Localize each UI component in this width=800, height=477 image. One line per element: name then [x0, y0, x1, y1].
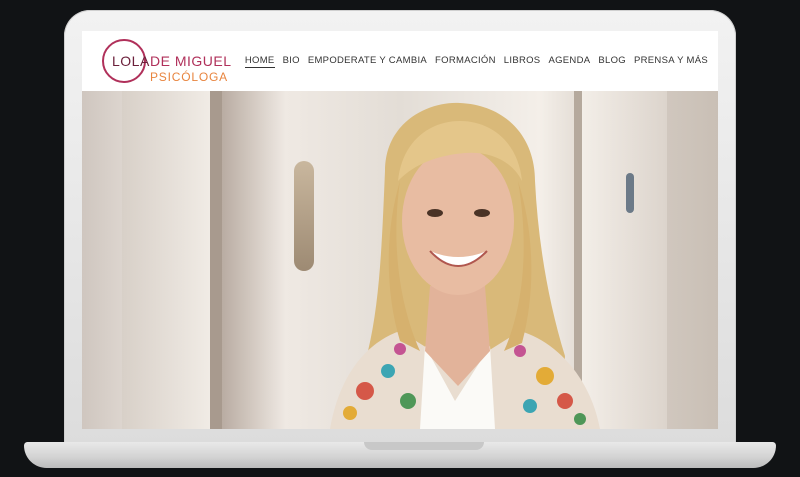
nav-item-home[interactable]: HOME	[244, 55, 275, 68]
portrait-photo	[330, 102, 600, 429]
door-frame-left	[210, 91, 222, 429]
hallway-door-left	[122, 91, 212, 429]
site-header: LOLA DE MIGUEL PSICÓLOGA HOME BIO EMPODE…	[82, 31, 718, 92]
nav-item-prensa[interactable]: PRENSA Y MÁS	[634, 55, 708, 68]
main-nav: HOME BIO EMPODERATE Y CAMBIA FORMACIÓN L…	[244, 55, 708, 68]
nav-item-agenda[interactable]: AGENDA	[548, 55, 590, 68]
nav-item-empoderate[interactable]: EMPODERATE Y CAMBIA	[308, 55, 427, 68]
nav-item-blog[interactable]: BLOG	[598, 55, 626, 68]
nav-item-formacion[interactable]: FORMACIÓN	[435, 55, 496, 68]
laptop-base	[24, 442, 776, 468]
laptop-screen: LOLA DE MIGUEL PSICÓLOGA HOME BIO EMPODE…	[82, 31, 718, 429]
hero-image	[82, 91, 718, 429]
door-knob	[626, 173, 634, 213]
laptop-notch	[364, 442, 484, 450]
nav-item-libros[interactable]: LIBROS	[504, 55, 541, 68]
logo-subtitle: PSICÓLOGA	[150, 70, 228, 84]
logo-last-name: DE MIGUEL	[150, 53, 232, 69]
nav-item-bio[interactable]: BIO	[283, 55, 300, 68]
logo-first-name: LOLA	[112, 53, 150, 69]
